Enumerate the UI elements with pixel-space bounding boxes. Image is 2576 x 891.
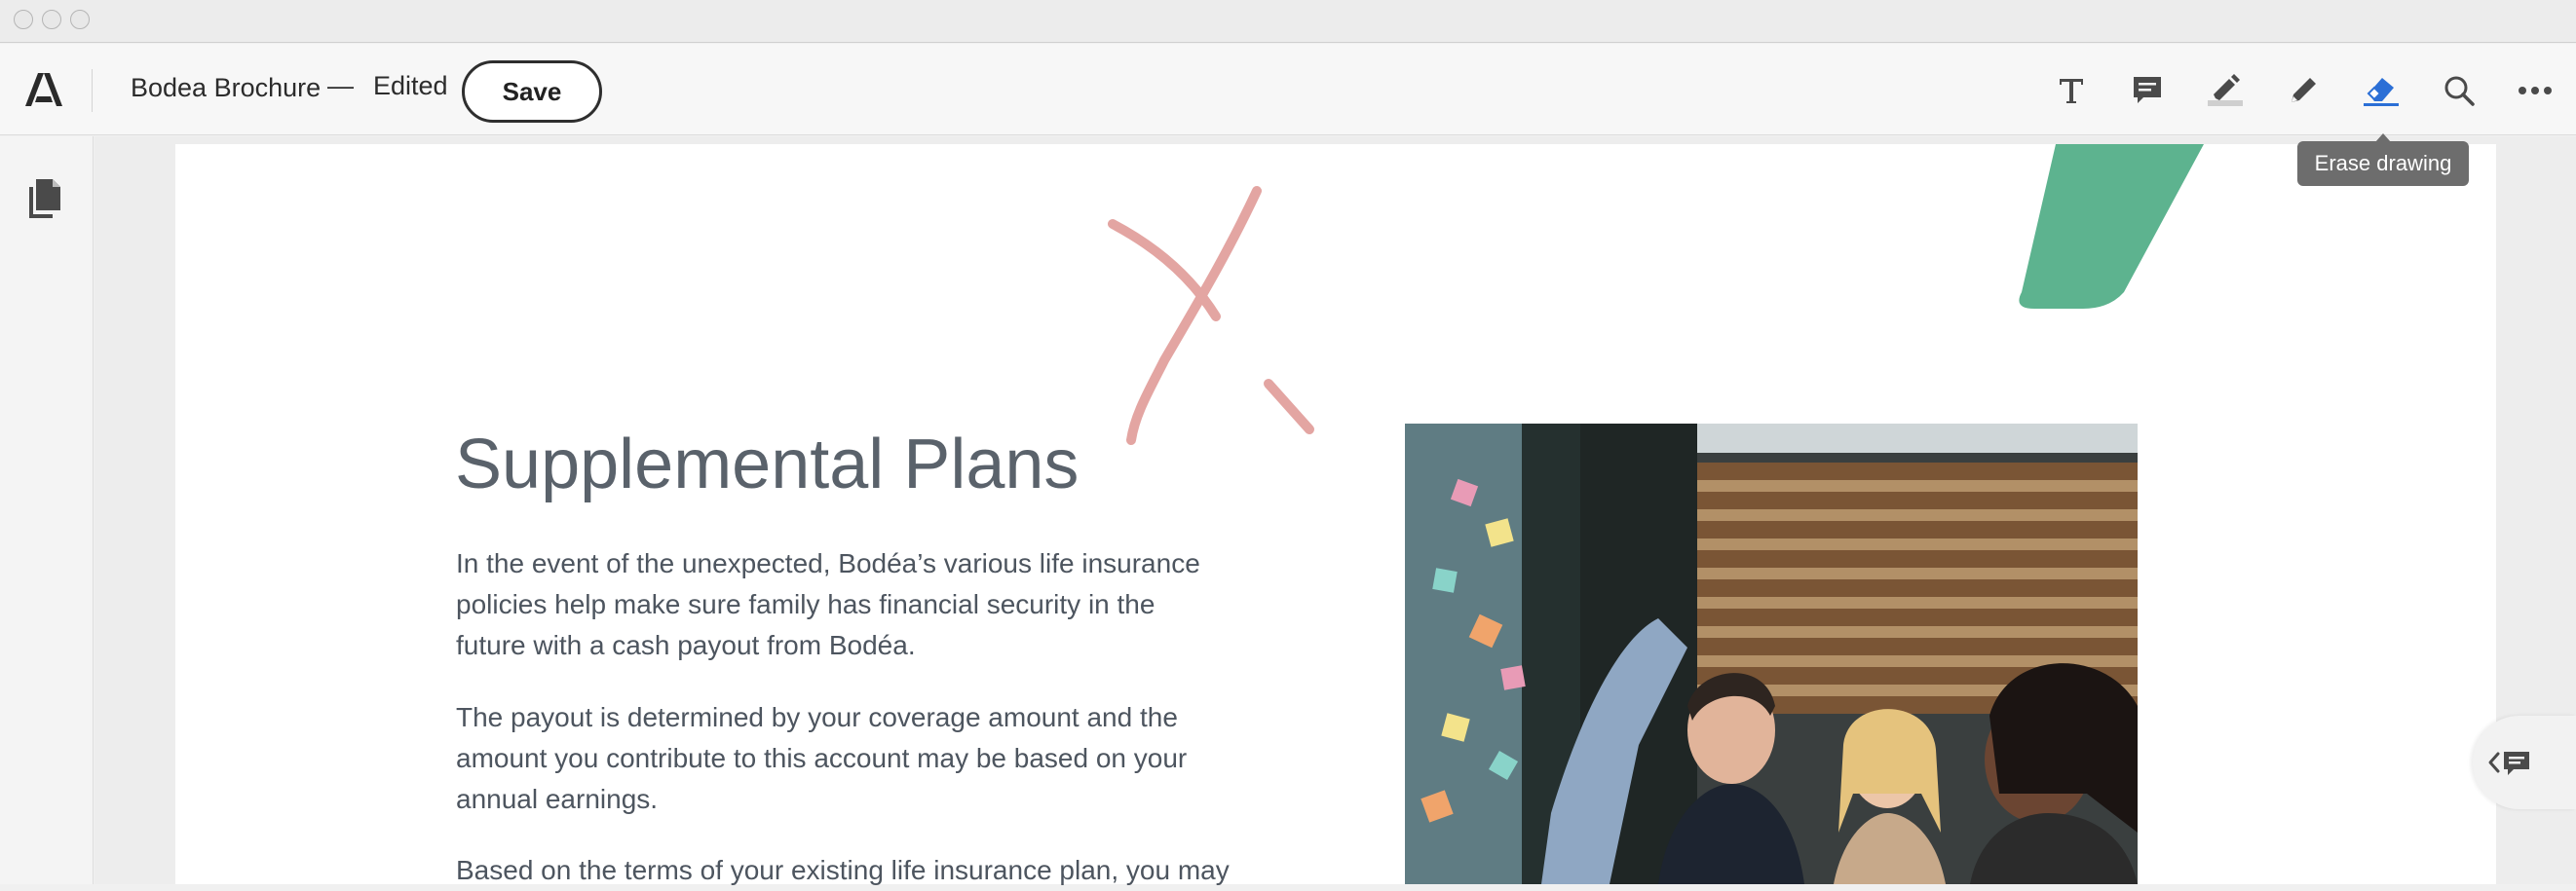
body-paragraph-2: The payout is determined by your coverag… (456, 697, 1294, 820)
team-photo (1405, 424, 2138, 884)
paragraph-line: amount you contribute to this account ma… (456, 743, 1188, 773)
paragraph-line: policies help make sure family has finan… (456, 589, 1155, 619)
ink-stroke-dash (1264, 379, 1314, 434)
page-heading: Supplemental Plans (455, 426, 1080, 503)
body-paragraph-3: Based on the terms of your existing life… (456, 850, 1294, 891)
paragraph-line: annual earnings. (456, 784, 659, 814)
body-paragraph-1: In the event of the unexpected, Bodéa’s … (456, 543, 1294, 666)
paragraph-line: future with a cash payout from Bodéa. (456, 630, 916, 660)
ink-stroke-cross-2 (1126, 186, 1262, 445)
open-comments-icon (2488, 752, 2529, 775)
erase-drawing-tooltip: Erase drawing (2297, 141, 2469, 186)
paragraph-line: Based on the terms of your existing life… (456, 855, 1230, 885)
paragraph-line: The payout is determined by your coverag… (456, 702, 1178, 732)
green-accent-shape (2019, 144, 2204, 309)
paragraph-line: In the event of the unexpected, Bodéa’s … (456, 548, 1200, 578)
comments-panel-toggle[interactable] (2473, 716, 2576, 809)
